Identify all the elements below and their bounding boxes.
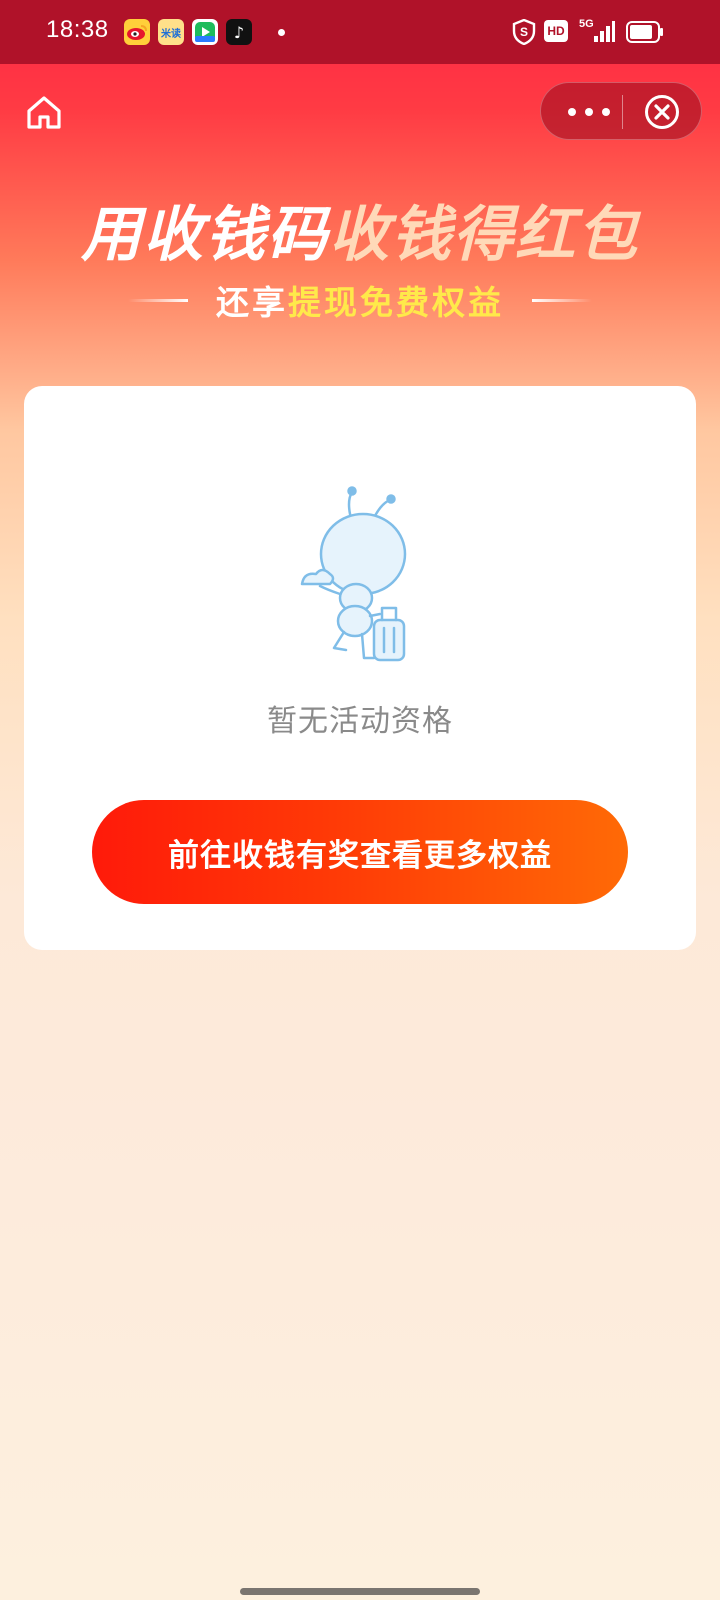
gesture-navigation-bar[interactable]: [240, 1588, 480, 1595]
close-icon: [645, 95, 679, 129]
more-button[interactable]: [567, 102, 611, 122]
hd-icon: HD: [544, 20, 568, 42]
status-bar: 18:38 米读 ♪ S HD 5G: [0, 0, 720, 64]
notification-dot: [278, 29, 285, 36]
view-more-benefits-button[interactable]: 前往收钱有奖查看更多权益: [92, 800, 628, 904]
close-button[interactable]: [644, 94, 680, 130]
shield-icon: S: [512, 18, 536, 49]
banner-title: 用收钱码收钱得红包: [0, 186, 720, 273]
weibo-icon: [124, 19, 150, 45]
empty-state-text: 暂无活动资格: [267, 704, 453, 739]
midu-icon-label: 米读: [161, 28, 181, 40]
battery-icon: [626, 21, 664, 47]
home-button[interactable]: [24, 92, 64, 132]
svg-text:S: S: [520, 25, 528, 39]
hd-label: HD: [547, 24, 565, 38]
banner-subtitle: 还享提现免费权益: [0, 276, 720, 324]
midu-icon: 米读: [158, 19, 184, 45]
home-icon: [27, 96, 61, 129]
video-icon: [192, 19, 218, 45]
more-dot-icon: [602, 108, 610, 116]
mini-program-capsule: [540, 82, 702, 140]
banner-title-white: 用收钱码: [81, 200, 329, 270]
subtitle-highlight: 提现免费权益: [288, 283, 504, 322]
tiktok-icon-glyph: ♪: [233, 22, 245, 42]
more-dot-icon: [585, 108, 593, 116]
subtitle-white: 还享: [216, 283, 288, 322]
banner-title-gold: 收钱得红包: [329, 200, 639, 270]
empty-state-illustration: [300, 486, 430, 666]
capsule-divider: [622, 95, 623, 129]
status-time: 18:38: [46, 16, 109, 43]
tiktok-icon: ♪: [226, 19, 252, 45]
signal-5g-icon: 5G: [576, 18, 616, 46]
more-dot-icon: [568, 108, 576, 116]
